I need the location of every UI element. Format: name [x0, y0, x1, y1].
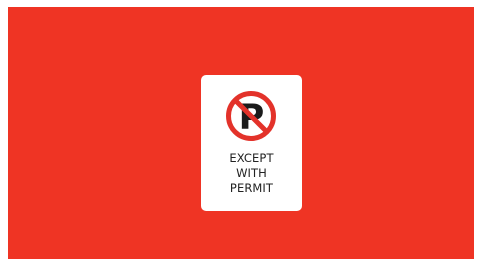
sign-caption-line: PERMIT — [229, 181, 274, 195]
red-background: P EXCEPT WITH PERMIT — [8, 7, 474, 259]
no-parking-icon: P — [226, 91, 276, 141]
sign-caption: EXCEPT WITH PERMIT — [201, 151, 302, 196]
no-parking-sign: P EXCEPT WITH PERMIT — [201, 75, 302, 211]
sign-caption-line: WITH — [236, 166, 267, 180]
sign-caption-line: EXCEPT — [229, 151, 274, 165]
